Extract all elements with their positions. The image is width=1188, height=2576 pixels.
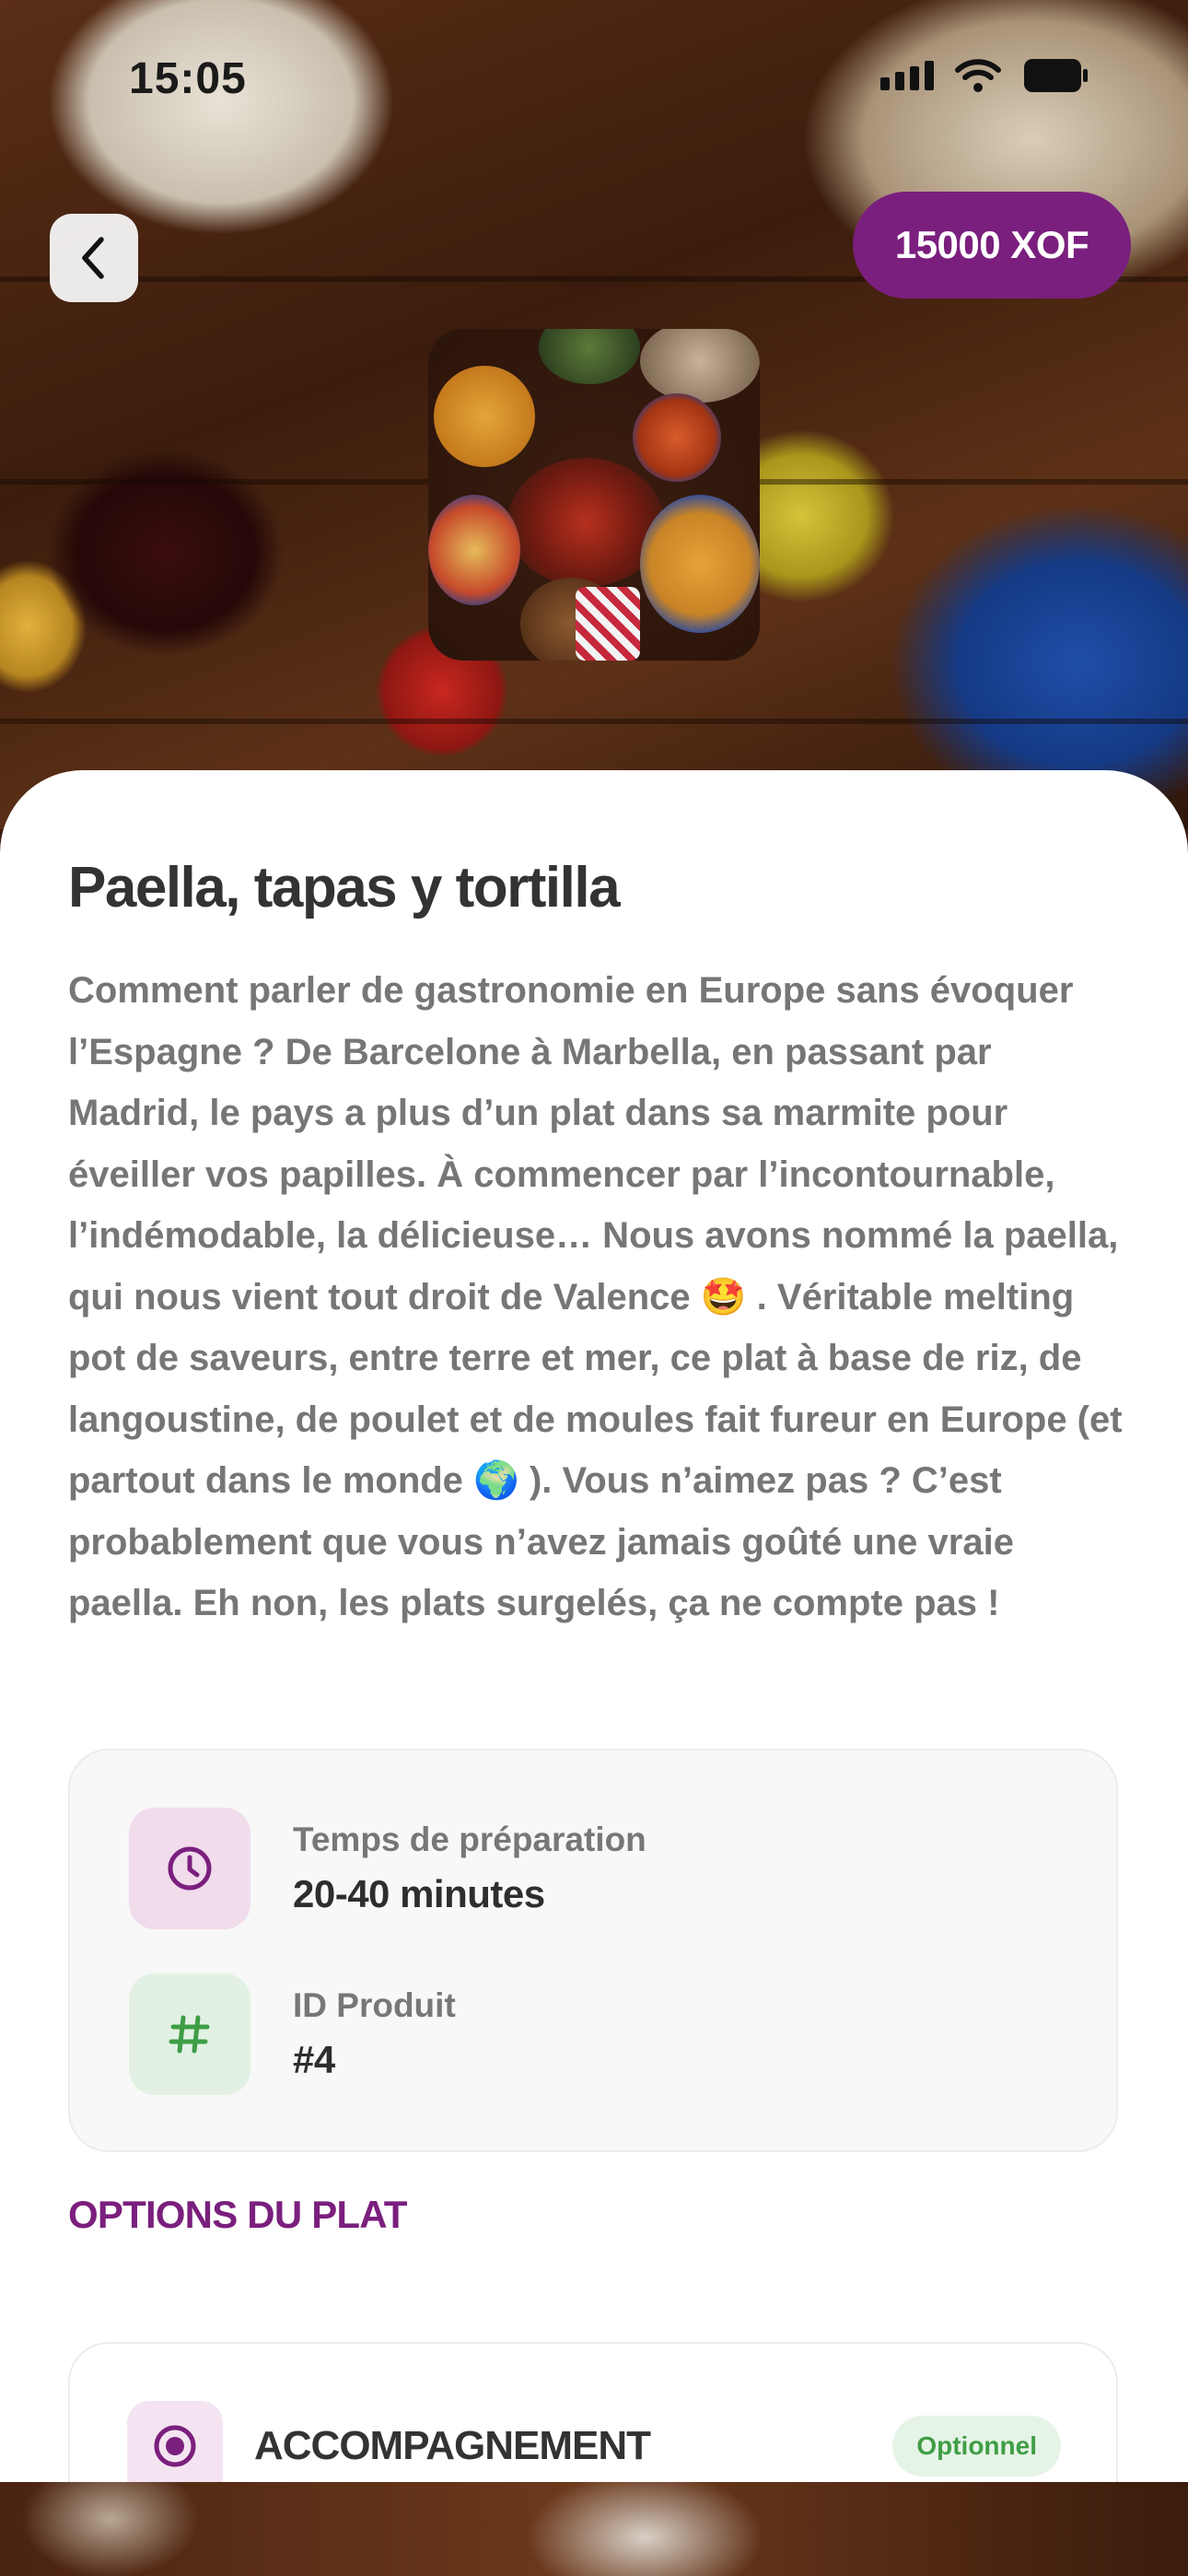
calamari-plate	[640, 495, 760, 633]
patatas-bravas-bowl	[428, 495, 520, 605]
prep-time-label: Temps de préparation	[293, 1821, 646, 1858]
option-title: ACCOMPAGNEMENT	[254, 2423, 651, 2468]
product-id-value: #4	[293, 2038, 335, 2081]
back-button[interactable]	[50, 214, 138, 302]
product-id-row: ID Produit #4	[129, 1973, 456, 2095]
product-details-card: Paella, tapas y tortilla Comment parler …	[0, 770, 1188, 2491]
product-image	[428, 329, 760, 661]
clock-icon	[129, 1808, 250, 1929]
wifi-icon	[954, 57, 1002, 94]
status-time: 15:05	[129, 54, 247, 103]
hash-icon	[129, 1973, 250, 2095]
prep-time-row: Temps de préparation 20-40 minutes	[129, 1808, 646, 1929]
shrimp-bowl	[633, 393, 721, 482]
radio-selected-icon	[127, 2401, 223, 2491]
optional-badge: Optionnel	[892, 2416, 1061, 2476]
battery-icon	[1022, 57, 1089, 94]
bottom-background-image	[0, 2482, 1188, 2576]
status-icons	[880, 57, 1089, 94]
wood-grain-line	[0, 719, 1188, 724]
olives-dish	[539, 329, 640, 384]
chevron-left-icon	[82, 237, 104, 279]
napkin	[576, 587, 640, 661]
product-info-card: Temps de préparation 20-40 minutes ID Pr…	[68, 1749, 1118, 2152]
product-description: Comment parler de gastronomie en Europe …	[68, 970, 1123, 1623]
cellular-signal-icon	[880, 61, 934, 90]
prep-time-value: 20-40 minutes	[293, 1872, 545, 1915]
product-title: Paella, tapas y tortilla	[68, 856, 621, 919]
product-id-label: ID Produit	[293, 1986, 456, 2024]
options-section-title: OPTIONS DU PLAT	[68, 2193, 407, 2236]
price-badge: 15000 XOF	[853, 192, 1131, 299]
option-item-accompagnement[interactable]: ACCOMPAGNEMENT Optionnel	[68, 2342, 1118, 2491]
sardines-dish	[640, 329, 760, 403]
tortilla-dish	[434, 366, 535, 467]
